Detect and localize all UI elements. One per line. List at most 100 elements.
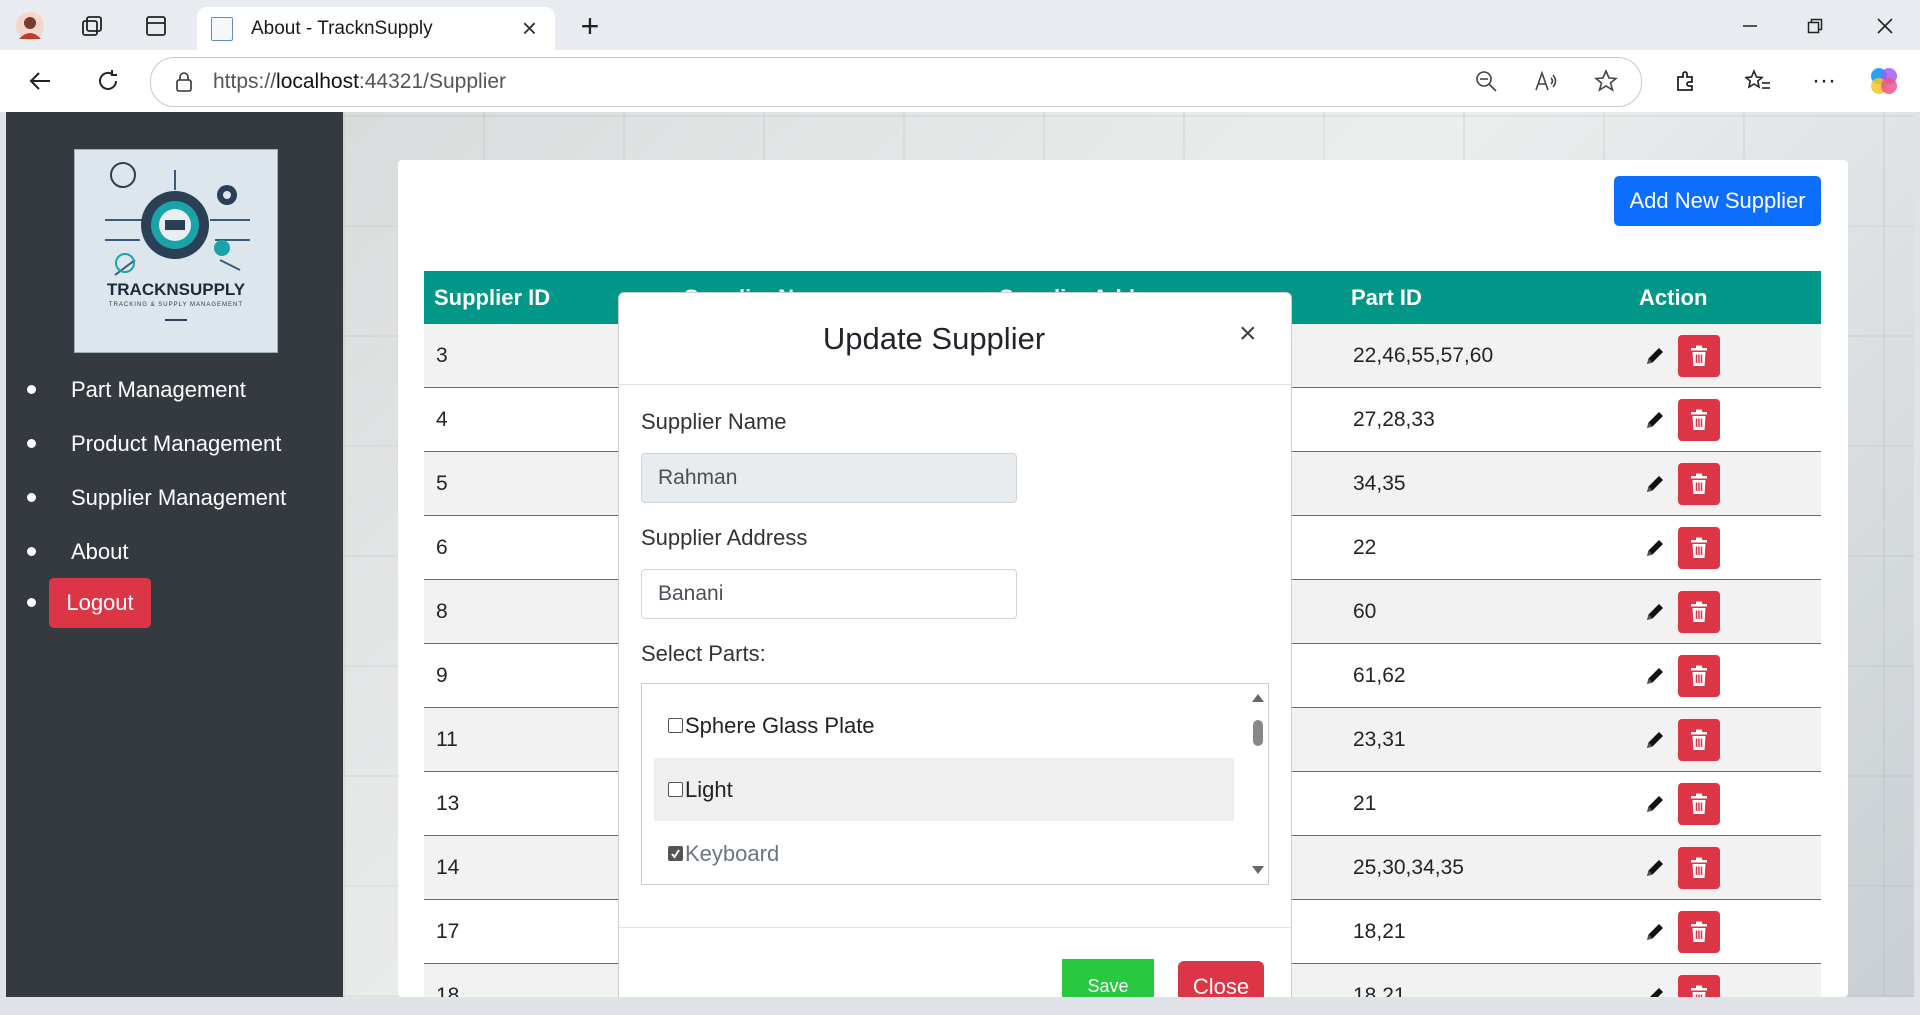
- logo-title: TRACKNSUPPLY: [106, 280, 246, 299]
- supplier-name-label: Supplier Name: [641, 409, 787, 434]
- part-id-cell: 61,62: [1341, 643, 1629, 708]
- save-button[interactable]: Save: [1062, 959, 1154, 997]
- trash-icon: [1691, 601, 1707, 622]
- part-option-light[interactable]: Light: [654, 758, 1234, 821]
- trash-icon: [1691, 537, 1707, 558]
- part-id-cell: 21: [1341, 771, 1629, 836]
- logo-gear-icon: [105, 162, 250, 321]
- supplier-address-field[interactable]: [641, 569, 1017, 619]
- page-favicon-icon: [211, 16, 233, 41]
- bullet-icon: [27, 439, 36, 448]
- edit-pencil-icon[interactable]: [1642, 471, 1668, 497]
- sidebar-item-label: About: [71, 539, 129, 564]
- checkbox-checked[interactable]: [668, 846, 683, 861]
- tracknsupply-logo: TRACKNSUPPLY TRACKING & SUPPLY MANAGEMEN…: [74, 149, 278, 353]
- delete-button[interactable]: [1678, 846, 1720, 889]
- delete-button[interactable]: [1678, 526, 1720, 569]
- edit-pencil-icon[interactable]: [1642, 727, 1668, 753]
- logo-subtitle: TRACKING & SUPPLY MANAGEMENT: [108, 302, 244, 308]
- edit-pencil-icon[interactable]: [1642, 791, 1668, 817]
- copilot-icon[interactable]: [1866, 63, 1902, 99]
- sidebar-item-label: Product Management: [71, 431, 282, 456]
- sidebar: TRACKNSUPPLY TRACKING & SUPPLY MANAGEMEN…: [6, 112, 343, 997]
- part-id-cell: 23,31: [1341, 707, 1629, 772]
- delete-button[interactable]: [1678, 462, 1720, 505]
- edit-pencil-icon[interactable]: [1642, 919, 1668, 945]
- action-cell: [1629, 515, 1821, 580]
- modal-close-icon[interactable]: ×: [1239, 317, 1257, 351]
- edit-pencil-icon[interactable]: [1642, 983, 1668, 997]
- part-id-cell: 60: [1341, 579, 1629, 644]
- tab-about[interactable]: About - TracknSupply ×: [197, 7, 555, 50]
- back-icon[interactable]: [22, 63, 58, 99]
- edit-pencil-icon[interactable]: [1642, 407, 1668, 433]
- action-cell: [1629, 771, 1821, 836]
- favorite-star-icon[interactable]: [1588, 63, 1624, 99]
- action-cell: [1629, 707, 1821, 772]
- part-option-keyboard[interactable]: Keyboard: [654, 822, 1234, 884]
- edit-pencil-icon[interactable]: [1642, 599, 1668, 625]
- refresh-icon[interactable]: [90, 63, 126, 99]
- part-id-cell: 25,30,34,35: [1341, 835, 1629, 900]
- restore-icon[interactable]: [1790, 8, 1840, 44]
- favorites-icon[interactable]: [1740, 63, 1776, 99]
- parts-scrollbar[interactable]: [1248, 684, 1268, 884]
- sidebar-item-product-management[interactable]: Product Management: [6, 424, 343, 464]
- delete-button[interactable]: [1678, 718, 1720, 761]
- action-cell: [1629, 963, 1821, 997]
- parts-list[interactable]: Sphere Glass Plate Light Keyboard: [641, 683, 1269, 885]
- close-button[interactable]: Close: [1178, 961, 1264, 997]
- checkbox[interactable]: [668, 782, 683, 797]
- read-aloud-icon[interactable]: [1528, 63, 1564, 99]
- delete-button[interactable]: [1678, 334, 1720, 377]
- checkbox[interactable]: [668, 718, 683, 733]
- tab-close-icon[interactable]: ×: [522, 13, 537, 44]
- column-header: Action: [1629, 271, 1821, 324]
- close-window-icon[interactable]: [1860, 8, 1910, 44]
- action-cell: [1629, 324, 1821, 388]
- trash-icon: [1691, 473, 1707, 494]
- logout-button[interactable]: Logout: [49, 578, 151, 628]
- scroll-thumb[interactable]: [1253, 720, 1263, 746]
- edit-pencil-icon[interactable]: [1642, 535, 1668, 561]
- add-new-supplier-button[interactable]: Add New Supplier: [1614, 176, 1821, 226]
- trash-icon: [1691, 409, 1707, 430]
- more-options-icon[interactable]: ···: [1806, 63, 1842, 99]
- scroll-up-icon: [1252, 694, 1264, 702]
- bullet-icon: [27, 598, 36, 607]
- part-id-cell: 22,46,55,57,60: [1341, 324, 1629, 388]
- trash-icon: [1691, 921, 1707, 942]
- profile-avatar-icon[interactable]: [12, 8, 48, 44]
- zoom-out-icon[interactable]: [1468, 63, 1504, 99]
- update-supplier-modal: Update Supplier × Supplier Name Supplier…: [618, 292, 1292, 997]
- edit-pencil-icon[interactable]: [1642, 343, 1668, 369]
- edit-pencil-icon[interactable]: [1642, 663, 1668, 689]
- divider: [619, 927, 1291, 928]
- trash-icon: [1691, 665, 1707, 686]
- delete-button[interactable]: [1678, 398, 1720, 441]
- sidebar-item-part-management[interactable]: Part Management: [6, 370, 343, 410]
- tab-actions-icon[interactable]: [138, 8, 174, 44]
- extensions-icon[interactable]: [1668, 63, 1704, 99]
- supplier-name-field[interactable]: [641, 453, 1017, 503]
- tab-title: About - TracknSupply: [251, 17, 433, 39]
- part-option-sphere-glass-plate[interactable]: Sphere Glass Plate: [654, 694, 1234, 757]
- select-parts-label: Select Parts:: [641, 641, 766, 666]
- delete-button[interactable]: [1678, 910, 1720, 953]
- trash-icon: [1691, 857, 1707, 878]
- sidebar-item-supplier-management[interactable]: Supplier Management: [6, 478, 343, 518]
- delete-button[interactable]: [1678, 654, 1720, 697]
- action-cell: [1629, 451, 1821, 516]
- delete-button[interactable]: [1678, 974, 1720, 997]
- part-option-label: Keyboard: [685, 840, 780, 866]
- delete-button[interactable]: [1678, 590, 1720, 633]
- delete-button[interactable]: [1678, 782, 1720, 825]
- new-tab-button[interactable]: +: [572, 8, 608, 44]
- web-page: TRACKNSUPPLY TRACKING & SUPPLY MANAGEMEN…: [6, 112, 1914, 997]
- sidebar-item-about[interactable]: About: [6, 532, 343, 572]
- workspaces-icon[interactable]: [74, 8, 110, 44]
- minimize-icon[interactable]: [1725, 8, 1775, 44]
- edit-pencil-icon[interactable]: [1642, 855, 1668, 881]
- part-id-cell: 34,35: [1341, 451, 1629, 516]
- url-field[interactable]: https://localhost:44321/Supplier: [150, 57, 1642, 107]
